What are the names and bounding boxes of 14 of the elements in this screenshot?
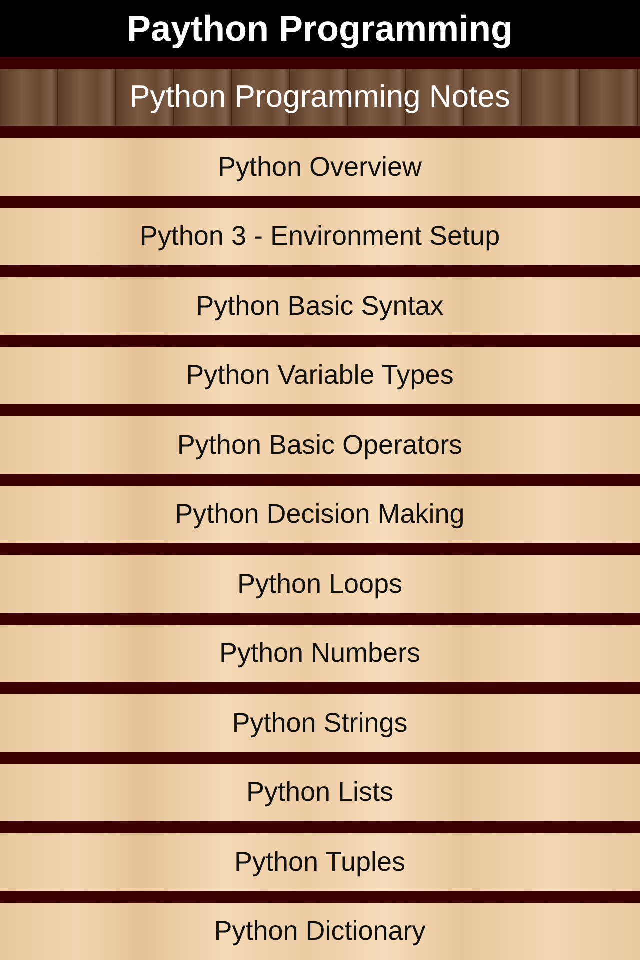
- menu-item[interactable]: Python 3 - Environment Setup: [0, 208, 640, 265]
- menu-item[interactable]: Python Basic Syntax: [0, 277, 640, 334]
- menu-item[interactable]: Python Loops: [0, 555, 640, 612]
- menu-item[interactable]: Python Dictionary: [0, 902, 640, 960]
- app-title: Paython Programming: [126, 10, 514, 46]
- menu-item[interactable]: Python Numbers: [0, 624, 640, 682]
- menu-item[interactable]: Python Tuples: [0, 833, 640, 890]
- menu-item[interactable]: Python Variable Types: [0, 346, 640, 404]
- menu-item[interactable]: Python Lists: [0, 764, 640, 821]
- menu-item[interactable]: Python Basic Operators: [0, 416, 640, 474]
- menu-item[interactable]: Python Overview: [0, 138, 640, 196]
- menu-item[interactable]: Python Strings: [0, 694, 640, 752]
- section-header: Python Programming Notes: [0, 68, 640, 126]
- menu-item[interactable]: Python Decision Making: [0, 486, 640, 543]
